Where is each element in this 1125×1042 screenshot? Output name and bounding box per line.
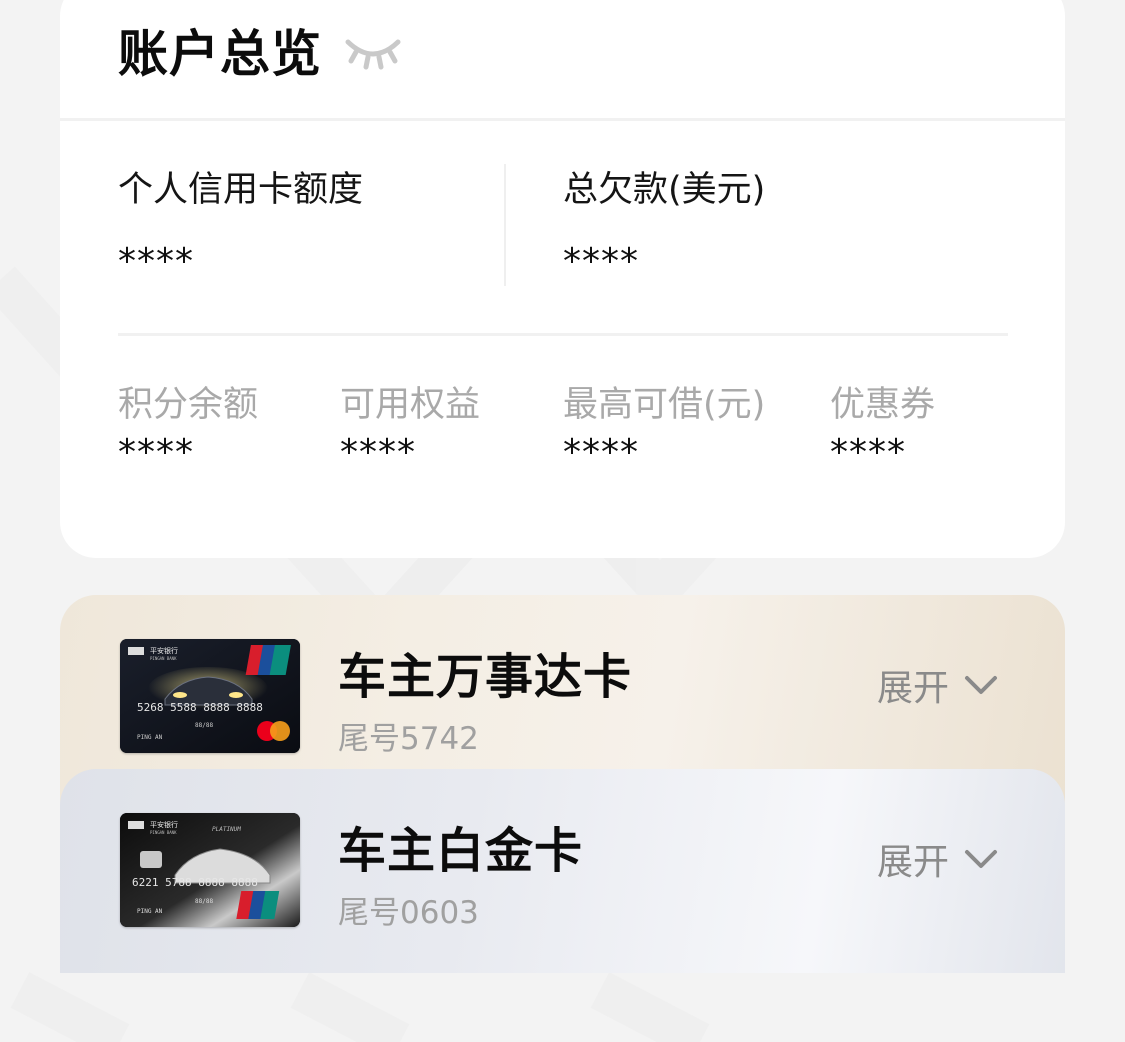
card-tail-number: 尾号0603	[338, 895, 479, 931]
expand-button[interactable]: 展开	[877, 659, 999, 711]
card-name: 车主万事达卡	[338, 649, 633, 705]
overview-header: 账户总览	[118, 10, 402, 90]
stat-value: ****	[830, 432, 906, 473]
svg-text:6221 5788 8888 8888: 6221 5788 8888 8888	[132, 876, 258, 889]
credit-limit-value: ****	[118, 241, 194, 282]
stat-max-loan[interactable]: 最高可借(元) ****	[563, 383, 765, 475]
unionpay-logo	[245, 645, 291, 675]
stat-value: ****	[118, 432, 194, 473]
expand-label: 展开	[876, 668, 949, 709]
total-debt-label: 总欠款(美元)	[563, 170, 766, 210]
credit-card-item[interactable]: 平安银行 PINGAN BANK PLATINUM 6221 5788 8888…	[60, 769, 1065, 973]
account-overview-card: 账户总览 个人信用卡额度 **** 总欠款(美元) **** 积分余额 ****	[60, 0, 1065, 558]
chevron-down-icon	[963, 673, 999, 697]
svg-text:平安银行: 平安银行	[150, 646, 178, 655]
svg-text:88/88: 88/88	[195, 898, 213, 905]
card-thumbnail: 平安银行 PINGAN BANK PLATINUM 6221 5788 8888…	[120, 813, 300, 927]
stats-row: 积分余额 **** 可用权益 **** 最高可借(元) **** 优惠券 ***…	[118, 383, 1018, 483]
stat-coupons[interactable]: 优惠券 ****	[830, 383, 935, 475]
page-title: 账户总览	[118, 25, 322, 83]
stat-label: 可用权益	[340, 385, 481, 425]
stat-label: 积分余额	[118, 385, 259, 425]
svg-text:PINGAN BANK: PINGAN BANK	[150, 656, 177, 661]
stat-label: 优惠券	[830, 385, 936, 425]
svg-text:PLATINUM: PLATINUM	[212, 826, 241, 833]
credit-limit-label: 个人信用卡额度	[118, 170, 364, 210]
total-debt-value: ****	[563, 241, 639, 282]
total-debt-block[interactable]: 总欠款(美元) ****	[563, 168, 963, 284]
unionpay-logo	[236, 891, 280, 919]
eye-closed-icon[interactable]	[344, 30, 402, 70]
credit-limit-block[interactable]: 个人信用卡额度 ****	[118, 168, 504, 284]
vertical-divider	[504, 164, 506, 286]
card-thumbnail: 平安银行 PINGAN BANK 5268 5588 8888 8888 88/…	[120, 639, 300, 753]
svg-text:平安银行: 平安银行	[150, 820, 178, 829]
stat-benefits[interactable]: 可用权益 ****	[340, 383, 480, 475]
header-divider	[60, 118, 1065, 121]
stat-points[interactable]: 积分余额 ****	[118, 383, 258, 475]
card-tail-number: 尾号5742	[338, 721, 479, 757]
expand-label: 展开	[876, 842, 949, 883]
mastercard-logo	[257, 721, 290, 741]
card-name: 车主白金卡	[338, 823, 584, 879]
svg-text:5268 5588 8888 8888: 5268 5588 8888 8888	[137, 701, 263, 714]
svg-text:PINGAN BANK: PINGAN BANK	[150, 830, 177, 835]
stat-value: ****	[563, 432, 639, 473]
expand-button[interactable]: 展开	[877, 833, 999, 885]
stat-value: ****	[340, 432, 416, 473]
svg-text:88/88: 88/88	[195, 722, 213, 729]
chevron-down-icon	[963, 847, 999, 871]
stat-label: 最高可借(元)	[563, 385, 766, 425]
section-divider	[118, 333, 1008, 336]
svg-text:PING AN: PING AN	[137, 734, 163, 741]
svg-text:PING AN: PING AN	[137, 908, 163, 915]
credit-summary-row: 个人信用卡额度 **** 总欠款(美元) ****	[118, 164, 1008, 292]
